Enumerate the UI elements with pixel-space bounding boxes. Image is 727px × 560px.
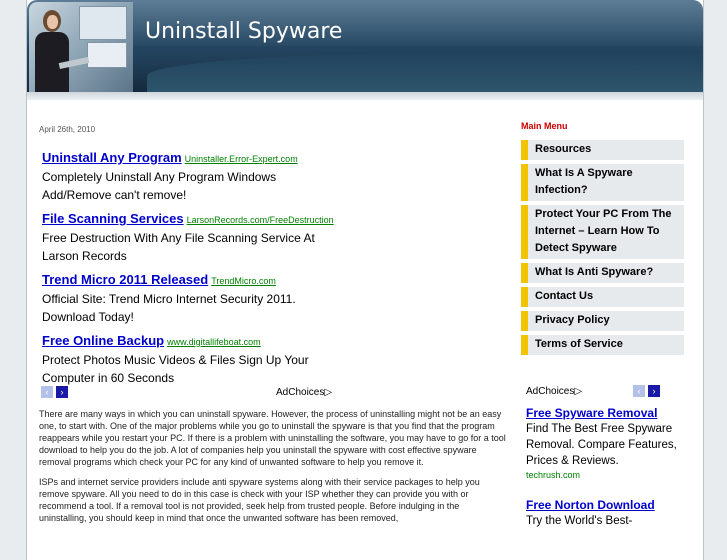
- main-menu-title: Main Menu: [521, 121, 568, 131]
- screen-graphic: [87, 42, 127, 68]
- screen-graphic: [79, 6, 127, 40]
- site-header: Uninstall Spyware: [27, 0, 703, 92]
- article-paragraph: ISPs and internet service providers incl…: [39, 477, 480, 523]
- ad-description: Try the World's Best-: [526, 515, 633, 527]
- adchoices-link[interactable]: AdChoices▷: [276, 387, 332, 398]
- sidebar-ad-nav: ‹ ›: [633, 385, 660, 397]
- adchoices-triangle-icon: ▷: [574, 386, 583, 397]
- ad-description: Completely Uninstall Any Program Windows…: [42, 170, 277, 202]
- menu-item-contact[interactable]: Contact Us: [521, 287, 684, 307]
- menu-item-protect-pc[interactable]: Protect Your PC From The Internet – Lear…: [521, 205, 684, 259]
- ad-unit: Uninstall Any Program Uninstaller.Error-E…: [42, 149, 342, 204]
- menu-item-terms[interactable]: Terms of Service: [521, 335, 684, 355]
- adchoices-label: AdChoices: [526, 386, 575, 397]
- ad-url-link[interactable]: LarsonRecords.com/FreeDestruction: [187, 215, 334, 225]
- article-paragraph: There are many ways in which you can uni…: [39, 409, 506, 467]
- ad-description: Free Destruction With Any File Scanning …: [42, 231, 315, 263]
- page-frame: Uninstall Spyware April 26th, 2010 Unins…: [26, 0, 704, 560]
- ad-unit: File Scanning Services LarsonRecords.com/…: [42, 210, 342, 265]
- ad-description: Protect Photos Music Videos & Files Sign…: [42, 353, 309, 385]
- adchoices-triangle-icon: ▷: [324, 387, 333, 398]
- ad-prev-button[interactable]: ‹: [41, 386, 53, 398]
- sidebar-ad-block: Free Spyware Removal Find The Best Free …: [526, 406, 686, 529]
- menu-item-anti-spyware[interactable]: What Is Anti Spyware?: [521, 263, 684, 283]
- adchoices-label: AdChoices: [276, 387, 325, 398]
- header-photo: [29, 2, 133, 92]
- ad-unit: Trend Micro 2011 Released TrendMicro.com …: [42, 271, 342, 326]
- ad-prev-button[interactable]: ‹: [633, 385, 645, 397]
- header-wave: [147, 52, 703, 92]
- site-title[interactable]: Uninstall Spyware: [145, 19, 342, 44]
- ad-title-link[interactable]: Trend Micro 2011 Released: [42, 272, 208, 287]
- post-date: April 26th, 2010: [39, 125, 96, 134]
- ad-nav: ‹ ›: [41, 386, 68, 398]
- ad-unit: Free Online Backup www.digitallifeboat.co…: [42, 332, 342, 387]
- person-face: [47, 15, 58, 29]
- ad-title-link[interactable]: File Scanning Services: [42, 211, 184, 226]
- sidebar-adchoices-link[interactable]: AdChoices▷: [526, 386, 582, 397]
- ad-title-link[interactable]: Uninstall Any Program: [42, 150, 182, 165]
- article-body: There are many ways in which you can uni…: [39, 408, 507, 532]
- ad-block: Uninstall Any Program Uninstaller.Error-E…: [42, 149, 342, 393]
- ad-url-link[interactable]: www.digitallifeboat.com: [167, 337, 261, 347]
- sidebar-ad-unit: Free Norton Download Try the World's Bes…: [526, 498, 686, 529]
- main-menu: Resources What Is A Spyware Infection? P…: [521, 140, 684, 359]
- header-subbar: [27, 92, 703, 100]
- menu-item-privacy[interactable]: Privacy Policy: [521, 311, 684, 331]
- ad-url-link[interactable]: Uninstaller.Error-Expert.com: [185, 154, 298, 164]
- menu-item-spyware-infection[interactable]: What Is A Spyware Infection?: [521, 164, 684, 201]
- sidebar-ad-unit: Free Spyware Removal Find The Best Free …: [526, 406, 686, 481]
- ad-next-button[interactable]: ›: [648, 385, 660, 397]
- ad-next-button[interactable]: ›: [56, 386, 68, 398]
- ad-url-link[interactable]: TrendMicro.com: [211, 276, 276, 286]
- ad-title-link[interactable]: Free Online Backup: [42, 333, 164, 348]
- ad-description: Official Site: Trend Micro Internet Secu…: [42, 292, 296, 324]
- ad-description: Find The Best Free Spyware Removal. Comp…: [526, 423, 677, 467]
- ad-title-link[interactable]: Free Norton Download: [526, 498, 686, 513]
- menu-item-resources[interactable]: Resources: [521, 140, 684, 160]
- ad-title-link[interactable]: Free Spyware Removal: [526, 406, 686, 421]
- ad-url-link[interactable]: techrush.com: [526, 469, 686, 481]
